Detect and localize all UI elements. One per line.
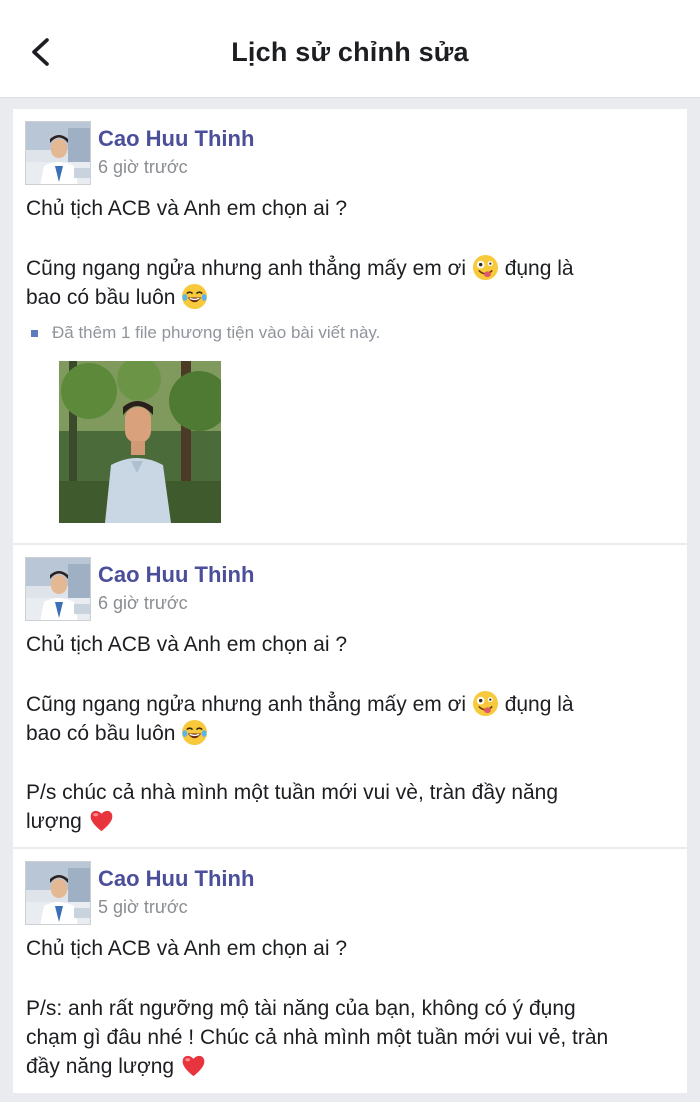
zany-face-emoji [472,254,499,281]
text-segment: Cũng ngang ngửa nhưng anh thẳng mấy em ơ… [26,257,467,280]
post-text-line: P/s chúc cả nhà mình một tuần mới vui vè… [26,781,559,804]
red-heart-emoji [180,1052,207,1079]
revision-card: Cao Huu Thinh 6 giờ trước Chủ tịch ACB v… [13,545,687,847]
attached-photo[interactable] [59,361,221,523]
text-segment: đụng là [504,693,574,716]
tears-of-joy-emoji [181,719,208,746]
text-segment: đầy năng lượng [26,1055,175,1078]
author-name[interactable]: Cao Huu Thinh [98,562,254,588]
media-note-text: Đã thêm 1 file phương tiện vào bài viết … [52,323,381,342]
media-added-note: Đã thêm 1 file phương tiện vào bài viết … [31,323,380,343]
post-text-line: lượng [26,807,115,836]
square-bullet-icon [31,329,38,337]
header-bar: Lịch sử chỉnh sửa [0,0,700,98]
post-text-line: P/s: anh rất ngưỡng mộ tài năng của bạn,… [26,997,576,1020]
avatar[interactable] [25,557,91,621]
text-segment: bao có bầu luôn [26,722,176,745]
text-segment: Cũng ngang ngửa nhưng anh thẳng mấy em ơ… [26,693,467,716]
page-title: Lịch sử chỉnh sửa [231,37,469,67]
post-text-line: Chủ tịch ACB và Anh em chọn ai ? [26,197,348,220]
post-text-line: Chủ tịch ACB và Anh em chọn ai ? [26,937,348,960]
text-segment: lượng [26,810,82,833]
avatar[interactable] [25,121,91,185]
post-text-line: bao có bầu luôn [26,719,208,748]
tears-of-joy-emoji [181,283,208,310]
post-text-line: Chủ tịch ACB và Anh em chọn ai ? [26,633,348,656]
zany-face-emoji [472,690,499,717]
text-segment: đụng là [504,257,574,280]
revision-card: Cao Huu Thinh 5 giờ trước Chủ tịch ACB v… [13,849,687,1093]
post-text-line: chạm gì đâu nhé ! Chúc cả nhà mình một t… [26,1026,609,1049]
red-heart-emoji [88,807,115,834]
avatar[interactable] [25,861,91,925]
post-text-line: bao có bầu luôn [26,283,208,312]
author-name[interactable]: Cao Huu Thinh [98,866,254,892]
timestamp: 5 giờ trước [98,897,188,917]
post-text-line: Cũng ngang ngửa nhưng anh thẳng mấy em ơ… [26,690,574,719]
timestamp: 6 giờ trước [98,593,188,613]
author-name[interactable]: Cao Huu Thinh [98,126,254,152]
timestamp: 6 giờ trước [98,157,188,177]
post-text-line: Cũng ngang ngửa nhưng anh thẳng mấy em ơ… [26,254,574,283]
revision-card: Cao Huu Thinh 6 giờ trước Chủ tịch ACB v… [13,109,687,543]
post-text-line: đầy năng lượng [26,1052,207,1081]
text-segment: bao có bầu luôn [26,286,176,309]
